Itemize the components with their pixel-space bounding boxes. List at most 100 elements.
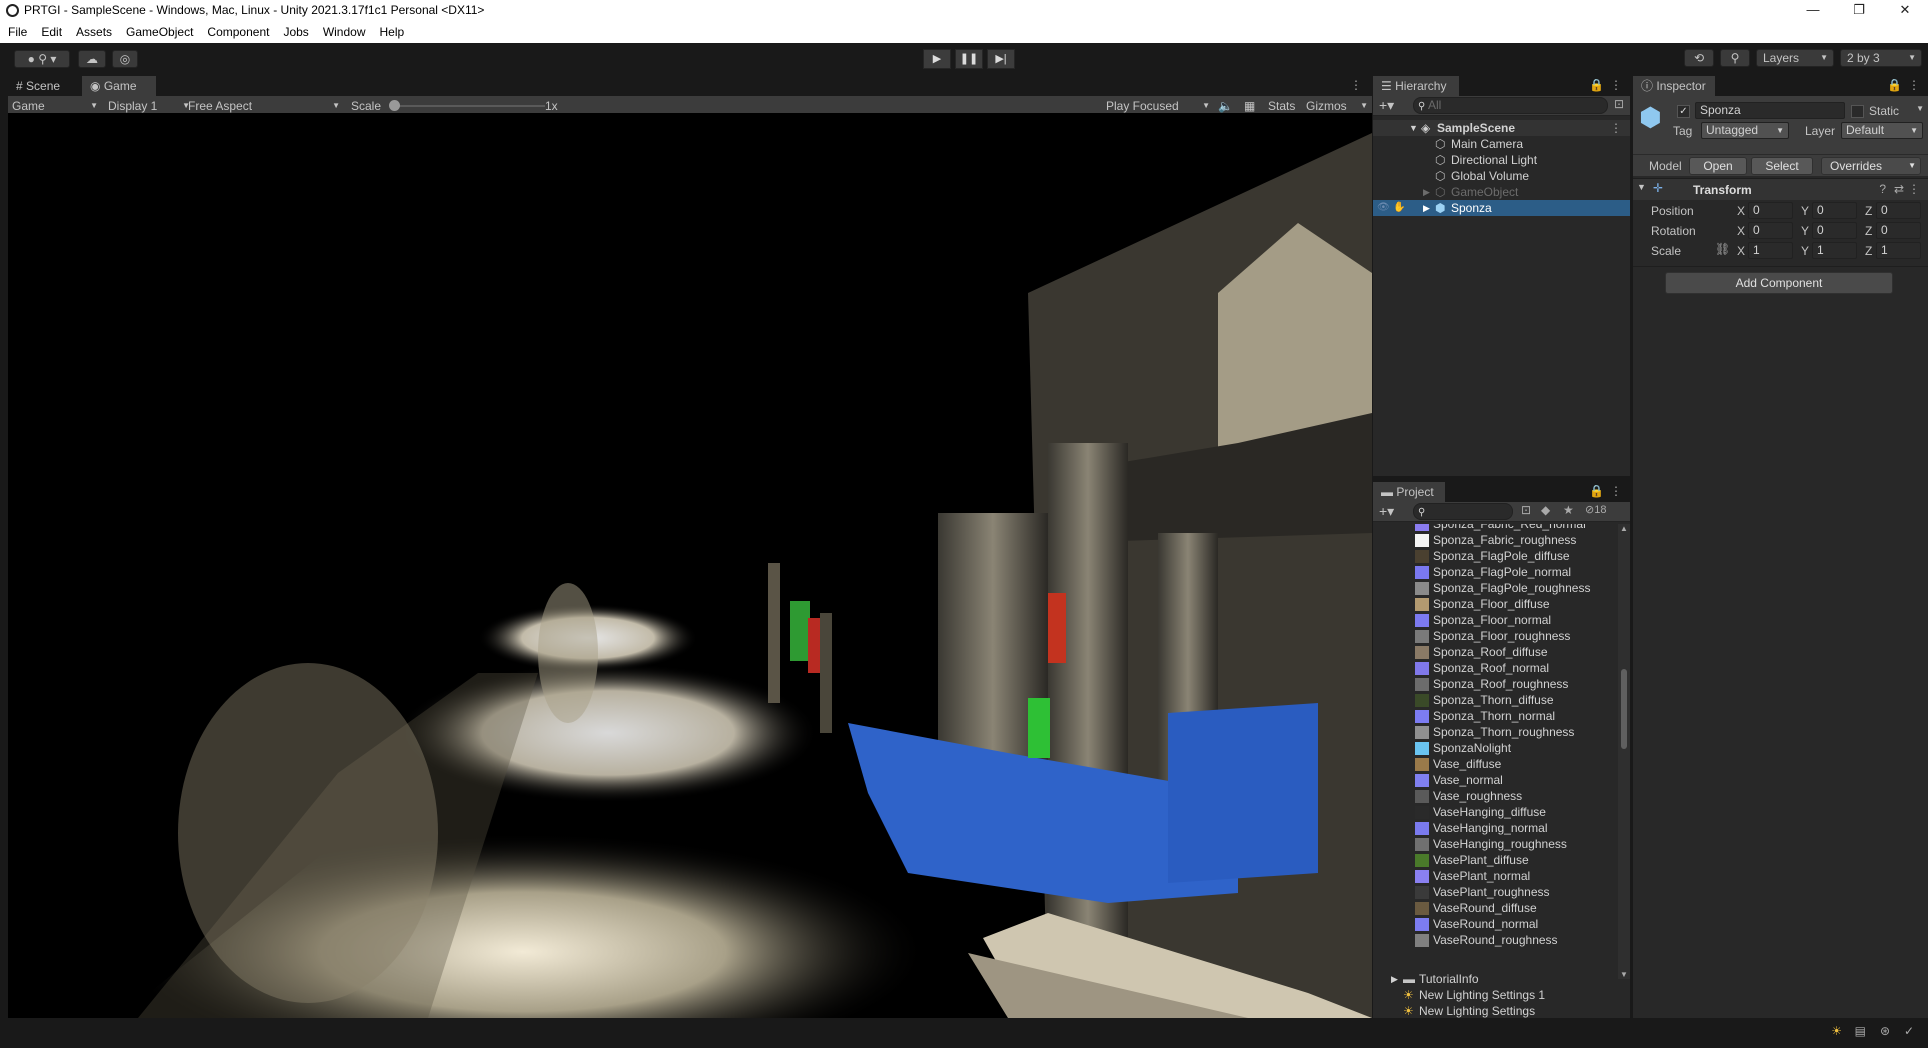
progress-check-icon[interactable]: ✓ <box>1904 1024 1914 1038</box>
project-asset-item[interactable]: Sponza_Thorn_roughness <box>1373 724 1618 740</box>
menu-assets[interactable]: Assets <box>68 22 118 39</box>
add-component-button[interactable]: Add Component <box>1665 272 1893 294</box>
menu-file[interactable]: File <box>0 22 33 39</box>
project-asset-item[interactable]: Sponza_FlagPole_normal <box>1373 564 1618 580</box>
tab-project[interactable]: ▬ Project <box>1373 482 1445 502</box>
expand-arrow-icon[interactable]: ▶ <box>1391 971 1398 987</box>
lighting-status-icon[interactable]: ☀ <box>1831 1024 1842 1038</box>
panel-menu-icon[interactable]: ⋮ <box>1908 78 1920 92</box>
project-asset-item[interactable]: Sponza_Roof_roughness <box>1373 676 1618 692</box>
project-asset-item[interactable]: VaseRound_diffuse <box>1373 900 1618 916</box>
panel-menu-icon[interactable]: ⋮ <box>1350 78 1362 92</box>
position-z-field[interactable]: 0 <box>1876 202 1921 219</box>
project-asset-item[interactable]: Vase_diffuse <box>1373 756 1618 772</box>
open-button[interactable]: Open <box>1689 157 1747 175</box>
expand-arrow-icon[interactable]: ▶ <box>1423 200 1430 216</box>
menu-component[interactable]: Component <box>199 22 275 39</box>
project-asset-item[interactable]: VaseHanging_diffuse <box>1373 804 1618 820</box>
search-button[interactable]: ⚲ <box>1720 49 1750 67</box>
expand-arrow-icon[interactable]: ▼ <box>1409 120 1418 136</box>
pickable-hand-icon[interactable]: ✋ <box>1393 200 1405 216</box>
hierarchy-item[interactable]: ⬡ Global Volume <box>1373 168 1630 184</box>
tab-inspector[interactable]: ⓘ Inspector <box>1633 76 1715 96</box>
expand-arrow-icon[interactable]: ▶ <box>1423 184 1430 200</box>
menu-edit[interactable]: Edit <box>33 22 68 39</box>
constrain-proportions-icon[interactable]: ⛓ <box>1715 242 1730 256</box>
pause-button[interactable]: ❚❚ <box>955 49 983 69</box>
panel-menu-icon[interactable]: ⋮ <box>1610 78 1622 92</box>
project-asset-item[interactable]: Sponza_Roof_normal <box>1373 660 1618 676</box>
project-asset-item[interactable]: VaseHanging_roughness <box>1373 836 1618 852</box>
rotation-z-field[interactable]: 0 <box>1876 222 1921 239</box>
static-checkbox[interactable] <box>1851 105 1864 118</box>
close-button[interactable]: ✕ <box>1882 0 1928 22</box>
select-button[interactable]: Select <box>1751 157 1813 175</box>
project-asset-item[interactable]: Vase_roughness <box>1373 788 1618 804</box>
project-asset-item[interactable]: VasePlant_diffuse <box>1373 852 1618 868</box>
project-asset-item[interactable]: Vase_normal <box>1373 772 1618 788</box>
hierarchy-item[interactable]: ▶ ⬡ GameObject <box>1373 184 1630 200</box>
folder-item[interactable]: ▶ ▬ TutorialInfo <box>1373 971 1630 987</box>
project-asset-item[interactable]: Sponza_FlagPole_roughness <box>1373 580 1618 596</box>
project-asset-item[interactable]: Sponza_Floor_normal <box>1373 612 1618 628</box>
game-view-render[interactable] <box>8 113 1372 1018</box>
panel-menu-icon[interactable]: ⋮ <box>1610 484 1622 498</box>
step-button[interactable]: ▶| <box>987 49 1015 69</box>
project-asset-item[interactable]: VasePlant_normal <box>1373 868 1618 884</box>
debug-icon[interactable]: ⊛ <box>1880 1024 1890 1038</box>
position-y-field[interactable]: 0 <box>1812 202 1857 219</box>
project-asset-item[interactable]: VaseRound_roughness <box>1373 932 1618 948</box>
component-menu-icon[interactable]: ⋮ <box>1908 182 1920 196</box>
project-asset-item[interactable]: VasePlant_roughness <box>1373 884 1618 900</box>
scale-slider-track[interactable] <box>393 105 545 107</box>
layers-dropdown[interactable]: Layers ▼ <box>1756 49 1834 67</box>
search-options-icon[interactable]: ⊡ <box>1614 97 1624 111</box>
position-x-field[interactable]: 0 <box>1748 202 1793 219</box>
project-asset-item[interactable]: Sponza_Floor_diffuse <box>1373 596 1618 612</box>
menu-gameobject[interactable]: GameObject <box>118 22 199 39</box>
rotation-x-field[interactable]: 0 <box>1748 222 1793 239</box>
lighting-settings-item[interactable]: ☀ New Lighting Settings 1 <box>1373 987 1630 1003</box>
project-asset-item[interactable]: Sponza_Fabric_Red_normal <box>1373 524 1618 532</box>
project-asset-item[interactable]: Sponza_Roof_diffuse <box>1373 644 1618 660</box>
lighting-settings-item[interactable]: ☀ New Lighting Settings <box>1373 1003 1630 1019</box>
project-asset-item[interactable]: Sponza_Floor_roughness <box>1373 628 1618 644</box>
project-asset-item[interactable]: Sponza_Thorn_diffuse <box>1373 692 1618 708</box>
search-by-type-icon[interactable]: ⊡ <box>1521 503 1531 517</box>
scene-row[interactable]: ▼ ◈ SampleScene ⋮ <box>1373 120 1630 136</box>
project-asset-item[interactable]: VaseRound_normal <box>1373 916 1618 932</box>
lock-icon[interactable]: 🔒 <box>1589 78 1604 92</box>
cloud-button[interactable]: ☁ <box>78 50 106 68</box>
chevron-down-icon[interactable]: ▼ <box>1916 104 1924 113</box>
tab-scene[interactable]: # Scene <box>8 76 80 96</box>
layout-dropdown[interactable]: 2 by 3 ▼ <box>1840 49 1922 67</box>
tab-game[interactable]: ◉ Game <box>82 76 156 96</box>
project-search-input[interactable]: ⚲ <box>1413 503 1513 520</box>
project-asset-item[interactable]: Sponza_FlagPole_diffuse <box>1373 548 1618 564</box>
collapse-arrow-icon[interactable]: ▼ <box>1637 182 1646 192</box>
hidden-packages-button[interactable]: ⊘18 <box>1585 503 1606 516</box>
play-button[interactable]: ▶ <box>923 49 951 69</box>
presets-icon[interactable]: ⇄ <box>1894 182 1904 196</box>
scene-menu-icon[interactable]: ⋮ <box>1610 120 1622 136</box>
help-icon[interactable]: ? <box>1879 182 1886 196</box>
menu-jobs[interactable]: Jobs <box>275 22 314 39</box>
search-by-label-icon[interactable]: ◆ <box>1541 503 1550 517</box>
cache-server-icon[interactable]: ▤ <box>1855 1024 1866 1038</box>
project-asset-item[interactable]: SponzaNolight <box>1373 740 1618 756</box>
menu-window[interactable]: Window <box>315 22 372 39</box>
scrollbar-thumb[interactable] <box>1621 669 1627 749</box>
history-button[interactable]: ⟲ <box>1684 49 1714 67</box>
hierarchy-search-input[interactable]: ⚲ All <box>1413 97 1608 114</box>
minimize-button[interactable]: — <box>1790 0 1836 22</box>
add-icon[interactable]: +▾ <box>1379 503 1394 520</box>
hierarchy-item[interactable]: ⬡ Directional Light <box>1373 152 1630 168</box>
menu-help[interactable]: Help <box>372 22 411 39</box>
scroll-up-icon[interactable]: ▲ <box>1620 524 1628 533</box>
scale-y-field[interactable]: 1 <box>1812 242 1857 259</box>
object-name-field[interactable]: Sponza <box>1695 102 1845 119</box>
scale-slider-handle[interactable] <box>389 100 400 111</box>
rotation-y-field[interactable]: 0 <box>1812 222 1857 239</box>
visibility-eye-icon[interactable]: 👁 <box>1377 200 1390 216</box>
favorite-icon[interactable]: ★ <box>1563 503 1574 517</box>
